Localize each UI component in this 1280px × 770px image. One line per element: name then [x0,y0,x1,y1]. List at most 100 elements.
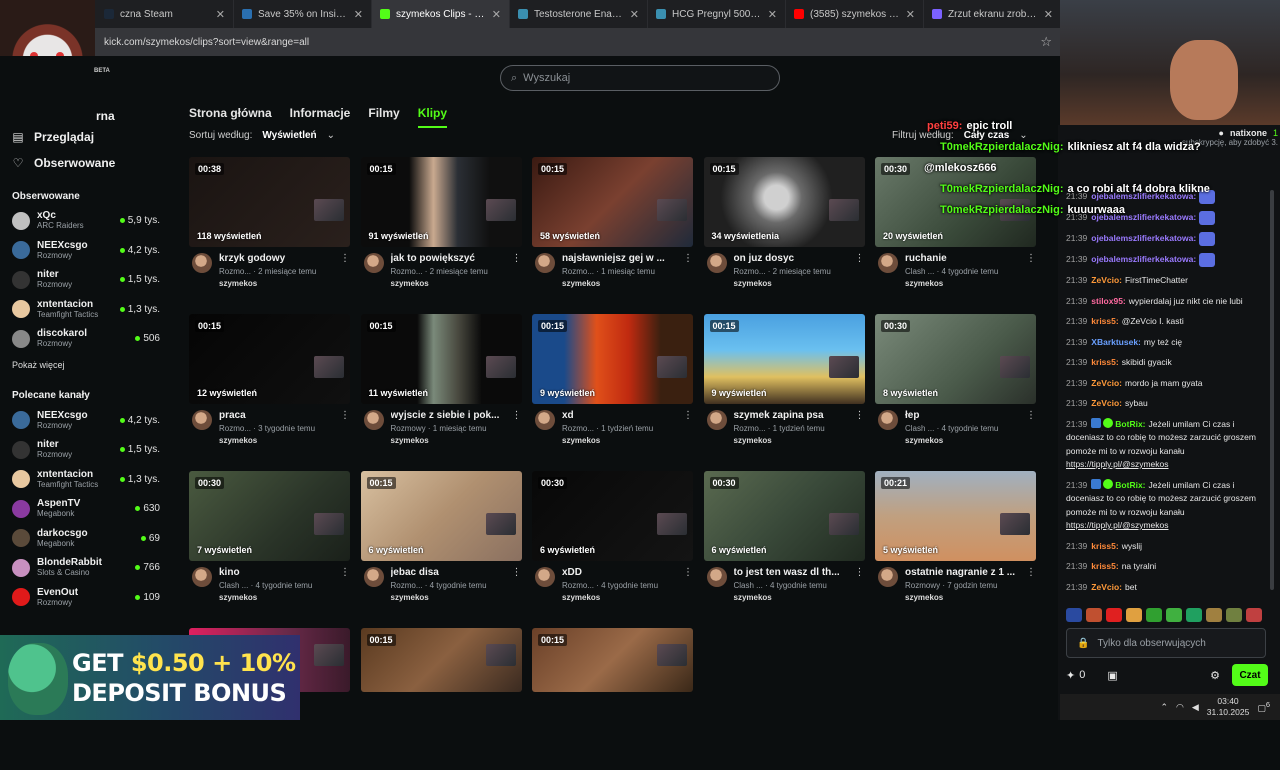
chat-username[interactable]: kriss5: [1091,357,1118,367]
chat-username[interactable]: stilox95: [1091,296,1126,306]
clip-card[interactable]: 00:15 58 wyświetleń najsławniejsz gej w ..… [532,157,693,299]
emote-icon[interactable] [1066,608,1082,622]
channel-item[interactable]: xntentacion Teamfight Tactics 1,3 tys. [0,465,170,495]
clip-card[interactable]: 00:15 12 wyświetleń praca Rozmo... · 3 tygo… [189,314,350,456]
show-more-link[interactable]: Pokaż więcej [0,354,170,376]
chat-username[interactable]: BotRix: [1115,480,1145,490]
clip-thumbnail[interactable]: 00:30 6 wyświetleń [703,471,865,561]
close-icon[interactable]: ✕ [1044,8,1053,21]
clip-thumbnail[interactable]: 00:15 11 wyświetleń [360,314,522,404]
browser-tab[interactable]: (3585) szymekos - YouTu ✕ [786,0,924,28]
clip-card[interactable]: 00:15 [360,628,522,770]
more-options-icon[interactable]: ⋮ [683,253,693,288]
clip-author[interactable]: szymekos [391,436,512,445]
more-options-icon[interactable]: ⋮ [855,567,865,602]
url-text[interactable]: kick.com/szymekos/clips?sort=view&range=… [104,37,309,48]
clip-title[interactable]: łep [905,410,1026,421]
clip-title[interactable]: on juz dosyc [734,253,855,264]
more-options-icon[interactable]: ⋮ [683,567,693,602]
emote-icon[interactable] [1146,608,1162,622]
chat-link[interactable]: https://tipply.pl/@szymekos [1066,459,1168,469]
clip-card[interactable]: 00:15 34 wyświetlenia on juz dosyc Rozmo...… [703,157,865,299]
close-icon[interactable]: ✕ [768,8,777,21]
more-options-icon[interactable]: ⋮ [1026,567,1036,602]
clip-card[interactable]: 00:15 6 wyświetleń jebac disa Rozmo... · 4 … [360,471,522,613]
clip-thumbnail[interactable]: 00:30 6 wyświetleń [532,471,693,561]
more-options-icon[interactable]: ⋮ [855,410,865,445]
channel-item[interactable]: xQc ARC Raiders 5,9 tys. [0,206,170,236]
browser-tab[interactable]: Save 35% on Inside the B ✕ [234,0,372,28]
close-icon[interactable]: ✕ [354,8,363,21]
clip-card[interactable]: 00:15 91 wyświetleń jak to powiększyć Rozmo… [360,157,522,299]
clip-author[interactable]: szymekos [562,593,683,602]
more-options-icon[interactable]: ⋮ [512,410,522,445]
channel-item[interactable]: NEEXcsgo Rozmowy 4,2 tys. [0,406,170,436]
channel-item[interactable]: NEEXcsgo Rozmowy 4,2 tys. [0,236,170,266]
clip-title[interactable]: najsławniejsz gej w ... [562,253,683,264]
clip-title[interactable]: jebac disa [391,567,512,578]
clip-author[interactable]: szymekos [562,436,683,445]
emote-icon[interactable] [1106,608,1122,622]
browser-tab[interactable]: Testosterone Enanthate 2 ✕ [510,0,648,28]
tab-clips[interactable]: Klipy [417,106,448,128]
clip-author[interactable]: szymekos [219,279,340,288]
clip-card[interactable]: 00:15 [532,628,693,770]
clip-author[interactable]: szymekos [905,593,1026,602]
chat-username[interactable]: ZeVcio: [1091,398,1122,408]
browser-tab[interactable]: Zrzut ekranu zrobiony pr ✕ [924,0,1062,28]
channel-item[interactable]: EvenOut Rozmowy 109 [0,583,170,613]
browser-tab[interactable]: szymekos Clips - Watc ✕ [372,0,510,28]
address-bar[interactable]: kick.com/szymekos/clips?sort=view&range=… [0,28,1060,56]
clip-thumbnail[interactable]: 00:15 91 wyświetleń [360,157,522,247]
channel-item[interactable]: darkocsgo Megabonk 69 [0,524,170,554]
channel-item[interactable]: xntentacion Teamfight Tactics 1,3 tys. [0,295,170,325]
clip-thumbnail[interactable]: 00:15 [360,628,522,692]
clip-card[interactable]: 00:15 11 wyświetleń wyjscie z siebie i pok… [360,314,522,456]
clip-author[interactable]: szymekos [391,593,512,602]
emote-icon[interactable] [1166,608,1182,622]
clip-title[interactable]: to jest ten wasz dl th... [734,567,855,578]
clip-author[interactable]: szymekos [391,279,512,288]
clip-title[interactable]: kino [219,567,340,578]
sort-value[interactable]: Wyświetleń [262,130,316,141]
clip-thumbnail[interactable]: 00:21 5 wyświetleń [875,471,1036,561]
clip-author[interactable]: szymekos [219,436,340,445]
clip-thumbnail[interactable]: 00:30 8 wyświetleń [875,314,1036,404]
chat-username[interactable]: BotRix: [1115,419,1145,429]
chat-username[interactable]: ojebalemszlifierkekatowa: [1091,254,1196,264]
clip-author[interactable]: szymekos [734,279,855,288]
clip-author[interactable]: szymekos [219,593,340,602]
clip-thumbnail[interactable]: 00:15 9 wyświetleń [703,314,865,404]
clip-title[interactable]: ruchanie [905,253,1026,264]
emote-icon[interactable] [1246,608,1262,622]
clip-author[interactable]: szymekos [905,279,1026,288]
chat-username[interactable]: ZeVcio: [1091,275,1122,285]
emote-icon[interactable] [1186,608,1202,622]
chat-username[interactable]: ojebalemszlifierkekatowa: [1091,233,1196,243]
more-options-icon[interactable]: ⋮ [340,567,350,602]
clip-thumbnail[interactable]: 00:38 118 wyświetleń [189,157,350,247]
clip-card[interactable]: 00:38 118 wyświetleń krzyk godowy Rozmo... … [189,157,350,299]
store-icon[interactable]: ▣ [1107,669,1117,682]
close-icon[interactable]: ✕ [216,8,225,21]
clip-thumbnail[interactable]: 00:15 6 wyświetleń [360,471,522,561]
clip-title[interactable]: xDD [562,567,683,578]
clip-title[interactable]: jak to powiększyć [391,253,512,264]
clip-title[interactable]: xd [562,410,683,421]
chat-username[interactable]: ZeVcio: [1091,582,1122,592]
emote-icon[interactable] [1226,608,1242,622]
chat-username[interactable]: XBarktusek: [1091,337,1141,347]
clip-thumbnail[interactable]: 00:15 9 wyświetleń [532,314,693,404]
clip-card[interactable]: 00:21 5 wyświetleń ostatnie nagranie z 1 .… [875,471,1036,613]
clip-author[interactable]: szymekos [734,593,855,602]
close-icon[interactable]: ✕ [630,8,639,21]
emote-icon[interactable] [1126,608,1142,622]
settings-gear-icon[interactable]: ⚙ [1210,669,1220,682]
clip-title[interactable]: wyjscie z siebie i pok... [391,410,512,421]
clip-card[interactable]: 00:30 7 wyświetleń kino Clash ... · 4 tygod… [189,471,350,613]
clock[interactable]: 03:40 31.10.2025 [1207,696,1250,718]
channel-item[interactable]: niter Rozmowy 1,5 tys. [0,265,170,295]
browser-tab[interactable]: HCG Pregnyl 5000 I.U. - H ✕ [648,0,786,28]
clip-title[interactable]: szymek zapina psa [734,410,855,421]
clip-author[interactable]: szymekos [734,436,855,445]
